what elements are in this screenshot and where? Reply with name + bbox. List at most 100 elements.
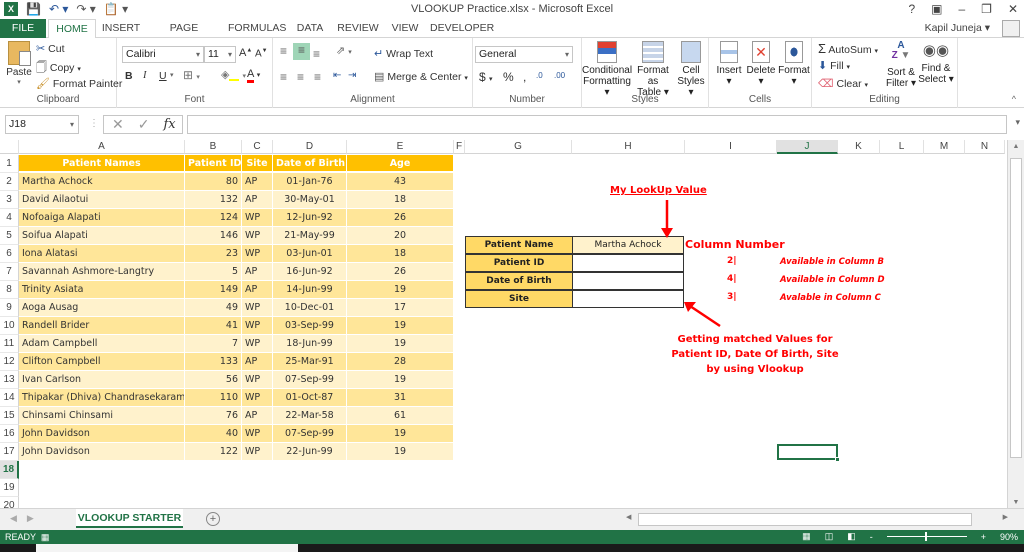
cell-patient-name[interactable]: Trinity Asiata: [19, 281, 185, 299]
cell-patient-id[interactable]: 132: [185, 191, 242, 209]
lookup-value-cell[interactable]: [572, 272, 684, 290]
comma-button[interactable]: ,: [523, 70, 526, 84]
bold-button[interactable]: B: [125, 70, 133, 82]
fill-button[interactable]: ⬇ Fill ▾: [818, 59, 850, 72]
tab-data[interactable]: DATA: [292, 19, 328, 38]
cell-patient-name[interactable]: Clifton Campbell: [19, 353, 185, 371]
select-all-corner[interactable]: [0, 140, 19, 154]
column-header-n[interactable]: N: [965, 140, 1005, 154]
cell-site[interactable]: WP: [242, 245, 273, 263]
cell-patient-id[interactable]: 40: [185, 425, 242, 443]
horizontal-scroll-thumb[interactable]: [638, 513, 972, 526]
cell-patient-id[interactable]: 80: [185, 173, 242, 191]
cell-date-of-birth[interactable]: 18-Jun-99: [273, 335, 347, 353]
row-header-1[interactable]: 1: [0, 155, 19, 173]
cell-patient-name[interactable]: John Davidson: [19, 425, 185, 443]
zoom-slider[interactable]: [886, 532, 967, 541]
fill-handle[interactable]: [835, 457, 840, 462]
tab-home[interactable]: HOME: [48, 19, 96, 39]
cell-site[interactable]: WP: [242, 317, 273, 335]
horizontal-scrollbar[interactable]: ◀ ▶: [626, 513, 1008, 527]
cell-patient-name[interactable]: David Ailaotui: [19, 191, 185, 209]
column-header-h[interactable]: H: [572, 140, 685, 154]
sheet-tab-vlookup-starter[interactable]: VLOOKUP STARTER: [76, 509, 183, 528]
page-break-view-icon[interactable]: ◧: [847, 531, 856, 542]
column-header-j[interactable]: J: [777, 140, 838, 154]
cell-styles-button[interactable]: Cell Styles ▾: [674, 41, 708, 98]
collapse-ribbon-icon[interactable]: ^: [1012, 94, 1016, 104]
normal-view-icon[interactable]: ▦: [802, 531, 811, 542]
close-icon[interactable]: ✕: [1008, 2, 1018, 16]
decrease-decimal-icon[interactable]: .00: [554, 71, 565, 80]
cell-date-of-birth[interactable]: 03-Sep-99: [273, 317, 347, 335]
expand-formula-bar-icon[interactable]: ▾: [1015, 117, 1020, 128]
tab-insert[interactable]: INSERT: [100, 19, 142, 38]
table-header-site[interactable]: Site: [242, 155, 273, 172]
active-cell-j18[interactable]: [777, 444, 840, 462]
row-header-5[interactable]: 5: [0, 227, 19, 245]
row-header-15[interactable]: 15: [0, 407, 19, 425]
cell-patient-id[interactable]: 56: [185, 371, 242, 389]
cell-patient-name[interactable]: Iona Alatasi: [19, 245, 185, 263]
row-header-4[interactable]: 4: [0, 209, 19, 227]
format-as-table-button[interactable]: Format as Table ▾: [632, 41, 674, 98]
cell-patient-name[interactable]: Thipakar (Dhiva) Chandrasekaram: [19, 389, 185, 407]
cell-age[interactable]: 26: [347, 209, 454, 227]
user-name[interactable]: Kapil Juneja ▾: [925, 22, 990, 34]
align-middle-icon[interactable]: ≡: [293, 43, 310, 60]
restore-icon[interactable]: ❐: [981, 2, 992, 16]
table-header-age[interactable]: Age: [347, 155, 454, 172]
cell-site[interactable]: AP: [242, 407, 273, 425]
cell-age[interactable]: 18: [347, 245, 454, 263]
copy-button[interactable]: 🗍 Copy ▾: [36, 59, 81, 78]
macro-record-icon[interactable]: ▦: [41, 532, 50, 542]
column-header-b[interactable]: B: [185, 140, 242, 154]
column-header-e[interactable]: E: [347, 140, 454, 154]
number-format-select[interactable]: General ▾: [475, 46, 573, 63]
cell-date-of-birth[interactable]: 30-May-01: [273, 191, 347, 209]
cell-patient-name[interactable]: Adam Campbell: [19, 335, 185, 353]
cell-patient-id[interactable]: 149: [185, 281, 242, 299]
cell-patient-id[interactable]: 41: [185, 317, 242, 335]
percent-button[interactable]: %: [503, 70, 514, 84]
cell-age[interactable]: 20: [347, 227, 454, 245]
cell-date-of-birth[interactable]: 01-Jan-76: [273, 173, 347, 191]
cell-age[interactable]: 18: [347, 191, 454, 209]
cell-age[interactable]: 17: [347, 299, 454, 317]
cell-date-of-birth[interactable]: 12-Jun-92: [273, 209, 347, 227]
format-cells-button[interactable]: Format ▾: [777, 41, 811, 87]
column-header-m[interactable]: M: [924, 140, 965, 154]
cell-site[interactable]: WP: [242, 425, 273, 443]
sort-filter-button[interactable]: AZ ▼ Sort & Filter ▾: [884, 41, 918, 90]
row-header-10[interactable]: 10: [0, 317, 19, 335]
align-right-icon[interactable]: ≡: [314, 70, 321, 84]
cell-site[interactable]: WP: [242, 389, 273, 407]
cell-date-of-birth[interactable]: 03-Jun-01: [273, 245, 347, 263]
cell-date-of-birth[interactable]: 21-May-99: [273, 227, 347, 245]
cell-date-of-birth[interactable]: 07-Sep-99: [273, 425, 347, 443]
sheet-nav-arrows[interactable]: ◀▶: [10, 513, 44, 524]
underline-dropdown[interactable]: ▾: [170, 71, 174, 79]
column-header-d[interactable]: D: [273, 140, 347, 154]
zoom-level[interactable]: 90%: [1000, 532, 1018, 542]
row-header-18[interactable]: 18: [0, 461, 19, 479]
scroll-left-icon[interactable]: ◀: [626, 513, 631, 521]
table-header-patient-id[interactable]: Patient ID: [185, 155, 242, 172]
help-icon[interactable]: ?: [908, 2, 915, 16]
enter-icon[interactable]: ✓: [138, 116, 150, 133]
cell-site[interactable]: AP: [242, 263, 273, 281]
autosum-button[interactable]: Σ AutoSum ▾: [818, 41, 878, 56]
vertical-scroll-thumb[interactable]: [1010, 158, 1022, 458]
tab-page-layout[interactable]: PAGE LAYOUT: [148, 19, 220, 53]
borders-icon[interactable]: ⊞ ▾: [183, 68, 200, 82]
align-top-icon[interactable]: ≡: [280, 44, 287, 58]
align-center-icon[interactable]: ≡: [297, 70, 304, 84]
cell-age[interactable]: 61: [347, 407, 454, 425]
cell-patient-id[interactable]: 49: [185, 299, 242, 317]
merge-center-button[interactable]: ▤ Merge & Center ▾: [374, 70, 468, 83]
cell-site[interactable]: WP: [242, 335, 273, 353]
worksheet-grid[interactable]: ABCDEFGHIJKLMN 1 2 3 4 5 6 7 8 9 10 11 12 13 14 15 16 17…: [0, 140, 1024, 510]
cell-age[interactable]: 19: [347, 443, 454, 461]
vertical-scrollbar[interactable]: ▲ ▼: [1007, 140, 1024, 510]
row-header-3[interactable]: 3: [0, 191, 19, 209]
